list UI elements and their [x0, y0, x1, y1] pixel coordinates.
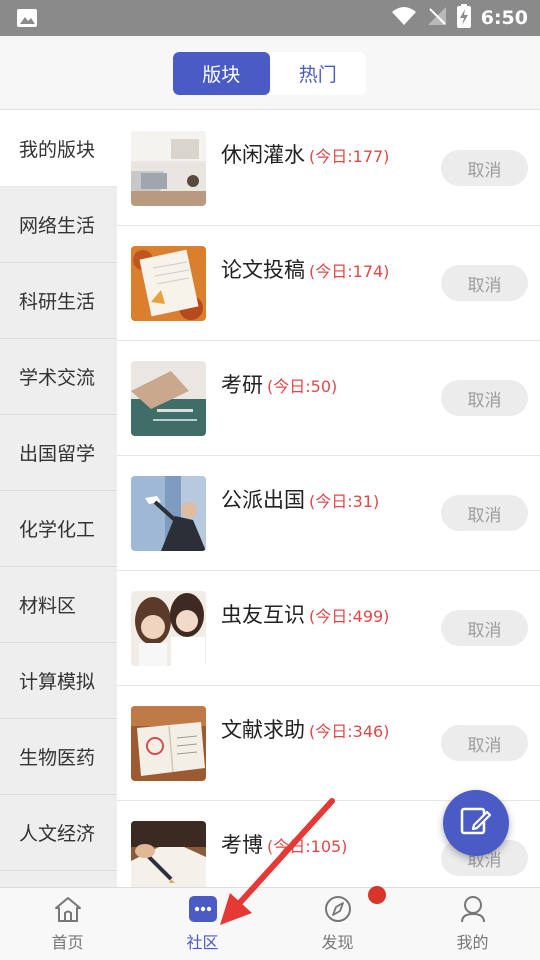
forum-thumbnail [131, 706, 206, 781]
category-item-my-sections[interactable]: 我的版块 [0, 111, 117, 187]
category-item-biomedicine[interactable]: 生物医药 [0, 719, 117, 795]
category-item-research-life[interactable]: 科研生活 [0, 263, 117, 339]
forum-name: 虫友互识 [221, 603, 305, 627]
wifi-icon [391, 6, 417, 30]
forum-thumbnail [131, 591, 206, 666]
category-item-chemistry[interactable]: 化学化工 [0, 491, 117, 567]
today-count: (今日:50) [267, 377, 338, 396]
category-item-academic[interactable]: 学术交流 [0, 339, 117, 415]
edit-fab-button[interactable] [443, 790, 509, 856]
forum-row[interactable]: 论文投稿 (今日:174) 取消 [117, 226, 540, 341]
tab-sections[interactable]: 版块 [173, 52, 270, 95]
cancel-button[interactable]: 取消 [441, 265, 528, 301]
today-count: (今日:499) [309, 607, 390, 626]
battery-charging-icon [456, 4, 471, 32]
forum-row[interactable]: 文献求助 (今日:346) 取消 [117, 686, 540, 801]
cancel-button[interactable]: 取消 [441, 495, 528, 531]
category-sidebar: 我的版块 网络生活 科研生活 学术交流 出国留学 化学化工 材料区 计算模拟 生… [0, 111, 117, 887]
clock: 6:50 [480, 7, 528, 29]
forum-thumbnail [131, 821, 206, 887]
cancel-button[interactable]: 取消 [441, 725, 528, 761]
status-bar: 6:50 [0, 0, 540, 36]
nav-home[interactable]: 首页 [0, 888, 135, 960]
forum-title: 文献求助 (今日:346) [221, 714, 389, 744]
today-count: (今日:31) [309, 492, 380, 511]
forum-row[interactable]: 公派出国 (今日:31) 取消 [117, 456, 540, 571]
nav-profile-label: 我的 [456, 933, 489, 952]
forum-name: 休闲灌水 [221, 143, 305, 167]
category-item-internet-life[interactable]: 网络生活 [0, 187, 117, 263]
no-signal-icon [427, 6, 447, 30]
today-count: (今日:346) [309, 722, 390, 741]
forum-name: 论文投稿 [221, 258, 305, 282]
app-screen: 6:50 版块 热门 我的版块 网络生活 科研生活 学术交流 出国留学 化学化工… [0, 0, 540, 960]
forum-list: 休闲灌水 (今日:177) 取消 论文投稿 (今日:174) 取消 考研 (今日… [117, 111, 540, 887]
today-count: (今日:177) [309, 147, 390, 166]
cancel-button[interactable]: 取消 [441, 610, 528, 646]
forum-row[interactable]: 虫友互识 (今日:499) 取消 [117, 571, 540, 686]
forum-title: 休闲灌水 (今日:177) [221, 139, 389, 169]
category-item-simulation[interactable]: 计算模拟 [0, 643, 117, 719]
forum-name: 文献求助 [221, 718, 305, 742]
edit-icon [458, 803, 494, 843]
nav-profile[interactable]: 我的 [405, 888, 540, 960]
forum-thumbnail [131, 476, 206, 551]
category-item-materials[interactable]: 材料区 [0, 567, 117, 643]
annotation-arrow [210, 795, 340, 934]
segment-control: 版块 热门 [173, 52, 366, 95]
forum-name: 公派出国 [221, 488, 305, 512]
category-item-humanities[interactable]: 人文经济 [0, 795, 117, 871]
forum-title: 论文投稿 (今日:174) [221, 254, 389, 284]
today-count: (今日:174) [309, 262, 390, 281]
tab-hot[interactable]: 热门 [270, 52, 367, 95]
nav-home-label: 首页 [51, 933, 84, 952]
forum-row[interactable]: 考研 (今日:50) 取消 [117, 341, 540, 456]
forum-thumbnail [131, 361, 206, 436]
home-icon [53, 895, 83, 927]
forum-title: 公派出国 (今日:31) [221, 484, 379, 514]
profile-icon [458, 895, 488, 927]
forum-thumbnail [131, 131, 206, 206]
notification-badge [368, 886, 386, 904]
forum-thumbnail [131, 246, 206, 321]
forum-title: 虫友互识 (今日:499) [221, 599, 389, 629]
cancel-button[interactable]: 取消 [441, 380, 528, 416]
forum-name: 考研 [221, 373, 263, 397]
category-item-study-abroad[interactable]: 出国留学 [0, 415, 117, 491]
header: 版块 热门 [0, 36, 540, 110]
image-icon [16, 8, 38, 32]
forum-row[interactable]: 休闲灌水 (今日:177) 取消 [117, 111, 540, 226]
forum-title: 考研 (今日:50) [221, 369, 337, 399]
cancel-button[interactable]: 取消 [441, 150, 528, 186]
